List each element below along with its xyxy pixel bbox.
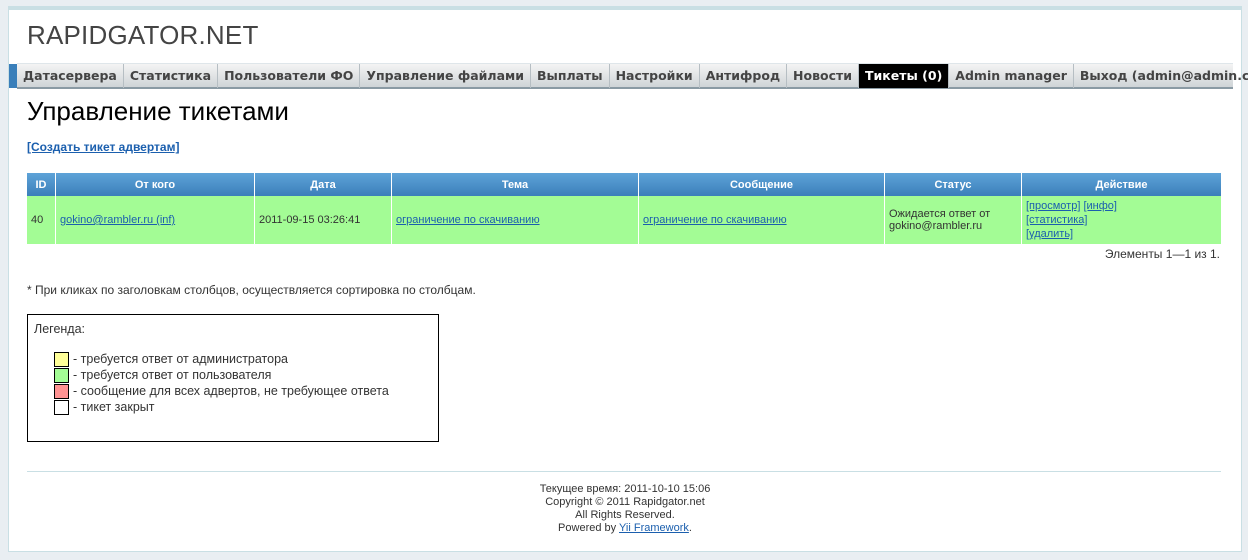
column-header-date[interactable]: Дата — [254, 173, 392, 196]
footer-rights: All Rights Reserved. — [575, 509, 675, 521]
legend-item: - требуется ответ от администратора — [54, 351, 389, 367]
menu-item-settings[interactable]: Настройки — [608, 64, 699, 88]
table-header-row: ID От кого Дата Тема Сообщение Статус Де… — [27, 173, 1221, 196]
column-header-id[interactable]: ID — [27, 173, 56, 196]
legend-box: Легенда: - требуется ответ от администра… — [27, 314, 439, 442]
menu-item-users[interactable]: Пользователи ФО — [217, 64, 359, 88]
view-link[interactable]: [просмотр] — [1026, 200, 1080, 212]
site-logo[interactable]: RAPIDGATOR.NET — [27, 20, 259, 51]
column-header-status[interactable]: Статус — [884, 173, 1022, 196]
info-link[interactable]: [инфо] — [1083, 200, 1117, 212]
footer-powered: Powered by Yii Framework. — [9, 522, 1241, 535]
cell-from: gokino@rambler.ru (inf) — [55, 196, 255, 244]
menu-item-logout[interactable]: Выход (admin@admin.com) — [1072, 64, 1248, 88]
legend-label: - тикет закрыт — [73, 400, 155, 414]
legend-item: - требуется ответ от пользователя — [54, 367, 389, 383]
delete-link[interactable]: [удалить] — [1026, 227, 1217, 241]
menu-item-antifraud[interactable]: Антифрод — [698, 64, 786, 88]
yii-framework-link[interactable]: Yii Framework — [619, 522, 689, 534]
column-header-subject[interactable]: Тема — [391, 173, 639, 196]
menu-item-admin-manager[interactable]: Admin manager — [948, 64, 1073, 88]
column-header-message[interactable]: Сообщение — [638, 173, 885, 196]
page-title: Управление тикетами — [27, 96, 289, 126]
legend-swatch-yellow — [54, 351, 69, 367]
powered-prefix: Powered by — [558, 522, 619, 534]
cell-actions: [просмотр] [инфо] [статистика] [удалить] — [1021, 196, 1221, 244]
menu-item-statistics[interactable]: Статистика — [122, 64, 217, 88]
menu-item-news[interactable]: Новости — [786, 64, 858, 88]
menu-item-tickets[interactable]: Тикеты (0) — [858, 64, 949, 88]
legend-swatch-white — [54, 399, 69, 415]
legend-item: - тикет закрыт — [54, 399, 389, 415]
column-header-actions[interactable]: Действие — [1021, 173, 1221, 196]
footer: Текущее время: 2011-10-10 15:06 Copyrigh… — [9, 483, 1241, 535]
legend-swatch-red — [54, 383, 69, 399]
table-row: 40 gokino@rambler.ru (inf) 2011-09-15 03… — [27, 196, 1221, 244]
column-header-from[interactable]: От кого — [55, 173, 255, 196]
legend-title: Легенда: — [34, 322, 86, 336]
statistics-link[interactable]: [статистика] — [1026, 213, 1217, 227]
footer-time: Текущее время: 2011-10-10 15:06 — [539, 483, 711, 495]
create-ticket-link[interactable]: [Создать тикет адвертам] — [27, 140, 179, 154]
powered-suffix: . — [688, 522, 692, 534]
tickets-table: ID От кого Дата Тема Сообщение Статус Де… — [27, 173, 1221, 244]
cell-subject: ограничение по скачиванию — [391, 196, 639, 244]
menu-item-dataservers[interactable]: Датасервера — [17, 64, 123, 88]
main-menu: Датасервера Статистика Пользователи ФО У… — [9, 63, 1248, 89]
legend-swatch-green — [54, 367, 69, 383]
legend-label: - требуется ответ от пользователя — [73, 368, 272, 382]
from-link[interactable]: gokino@rambler.ru (inf) — [60, 214, 175, 226]
legend-item: - сообщение для всех адвертов, не требую… — [54, 383, 389, 399]
legend-label: - сообщение для всех адвертов, не требую… — [73, 384, 389, 398]
cell-message: ограничение по скачиванию — [638, 196, 885, 244]
page-container: RAPIDGATOR.NET Датасервера Статистика По… — [8, 6, 1248, 552]
footer-divider — [27, 471, 1221, 472]
pagination-summary: Элементы 1—1 из 1. — [1104, 247, 1220, 261]
cell-status: Ожидается ответ от gokino@rambler.ru — [884, 196, 1022, 244]
cell-date: 2011-09-15 03:26:41 — [254, 196, 392, 244]
footer-copyright: Copyright © 2011 Rapidgator.net — [545, 496, 705, 508]
legend-label: - требуется ответ от администратора — [73, 352, 288, 366]
subject-link[interactable]: ограничение по скачиванию — [396, 214, 540, 226]
legend-list: - требуется ответ от администратора - тр… — [54, 351, 389, 415]
menu-item-file-management[interactable]: Управление файлами — [359, 64, 530, 88]
sort-note: * При кликах по заголовкам столбцов, осу… — [27, 283, 476, 297]
cell-id: 40 — [27, 196, 56, 244]
menu-item-payouts[interactable]: Выплаты — [529, 64, 609, 88]
message-link[interactable]: ограничение по скачиванию — [643, 214, 787, 226]
